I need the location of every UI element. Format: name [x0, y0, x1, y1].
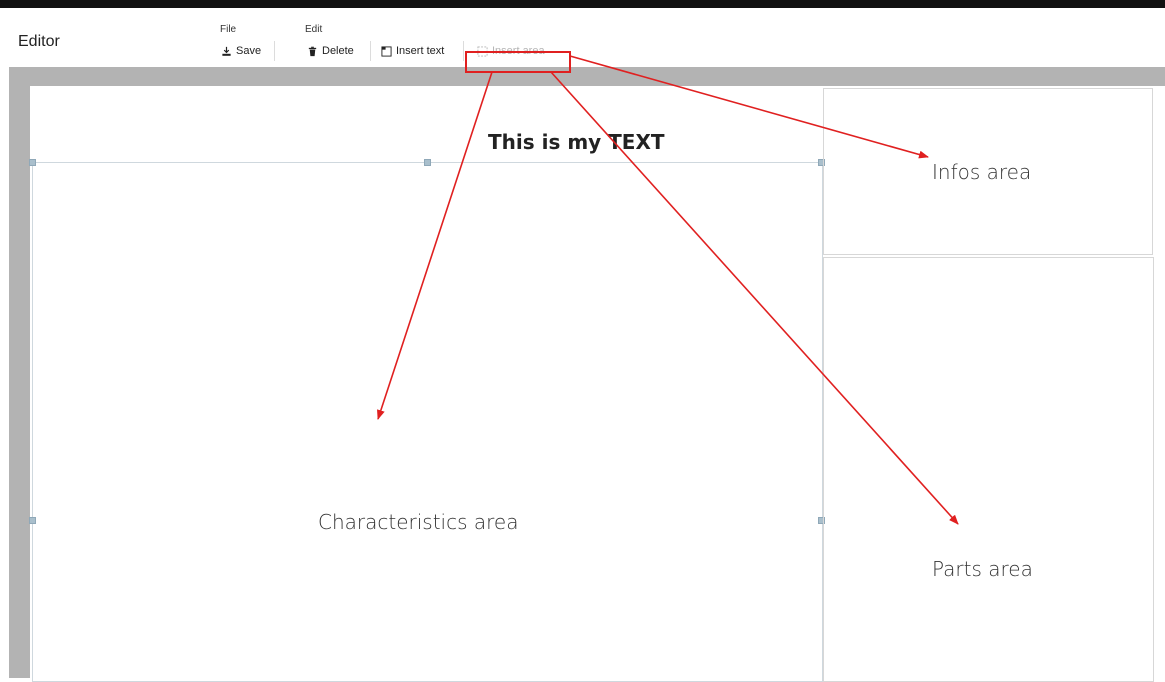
insert-text-button[interactable]: Insert text: [381, 45, 444, 57]
menu-file-label: File: [220, 24, 237, 35]
toolbar-separator: [463, 41, 464, 61]
document-text-block[interactable]: This is my TEXT: [488, 130, 665, 154]
toolbar-separator: [370, 41, 371, 61]
resize-handle-top-left[interactable]: [29, 159, 36, 166]
menu-edit-label: Edit: [305, 24, 323, 35]
characteristics-area-label: Characteristics area: [318, 510, 519, 534]
insert-area-label: Insert area: [492, 45, 545, 57]
parts-area[interactable]: [823, 257, 1154, 682]
infos-area-label: Infos area: [932, 160, 1032, 184]
app-title: Editor: [18, 33, 60, 50]
text-box-icon: [381, 45, 392, 57]
insert-text-label: Insert text: [396, 45, 445, 57]
resize-handle-left[interactable]: [29, 517, 36, 524]
toolbar-separator: [274, 41, 275, 61]
save-button[interactable]: Save: [221, 45, 261, 57]
parts-area-label: Parts area: [932, 557, 1033, 581]
delete-label: Delete: [322, 45, 354, 57]
insert-area-button[interactable]: Insert area: [477, 45, 545, 57]
resize-handle-top[interactable]: [424, 159, 431, 166]
delete-button[interactable]: Delete: [307, 45, 354, 57]
area-dashed-icon: [477, 45, 488, 57]
save-icon: [221, 46, 232, 57]
toolbar-header: Editor File Edit Save Delete Insert text…: [0, 8, 1165, 67]
save-label: Save: [236, 45, 262, 57]
characteristics-area[interactable]: [32, 162, 823, 682]
trash-icon: [307, 46, 318, 57]
window-top-bar: [0, 0, 1165, 8]
